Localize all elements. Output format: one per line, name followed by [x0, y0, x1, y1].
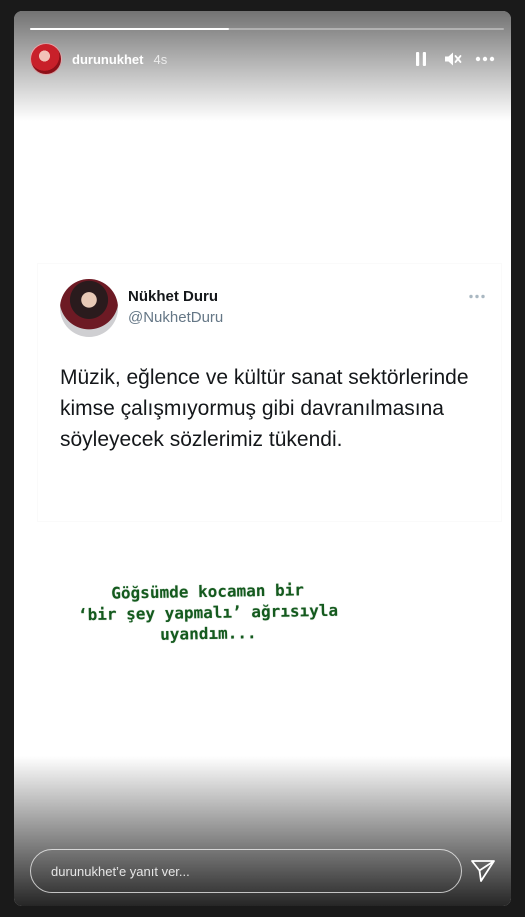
tweet-author-name: Nükhet Duru [128, 288, 218, 305]
pause-button[interactable] [411, 49, 431, 69]
story-header: durunukhet 4s [30, 43, 495, 75]
more-options-button[interactable] [475, 49, 495, 69]
pause-icon [416, 52, 426, 66]
story-timestamp: 4s [153, 51, 168, 67]
avatar[interactable] [30, 43, 62, 75]
story-controls [411, 49, 495, 69]
speaker-muted-icon [445, 52, 462, 66]
send-button[interactable] [469, 857, 497, 885]
tweet-text: Müzik, eğlence ve kültür sanat sektörler… [60, 366, 469, 451]
story-username[interactable]: durunukhet [72, 52, 144, 67]
reply-input[interactable] [30, 849, 462, 893]
tweet-more-button [467, 292, 487, 300]
tweet-avatar [60, 279, 118, 337]
story-progress-bar [30, 28, 504, 30]
tweet-author-handle: @NukhetDuru [128, 309, 224, 326]
tweet-card: Nükhet Duru @NukhetDuru Müzik, eğlence v… [38, 264, 501, 521]
mute-button[interactable] [443, 49, 463, 69]
more-horizontal-icon [475, 56, 495, 62]
story-progress-fill [30, 28, 230, 30]
more-horizontal-icon [469, 294, 485, 298]
paper-plane-icon [471, 860, 495, 882]
story-caption: Göğsümde kocaman bir ‘bir şey yapmalı’ a… [57, 578, 358, 646]
story-viewer[interactable]: durunukhet 4s Nükhet Duru @NukhetDuru Mü… [14, 11, 511, 906]
